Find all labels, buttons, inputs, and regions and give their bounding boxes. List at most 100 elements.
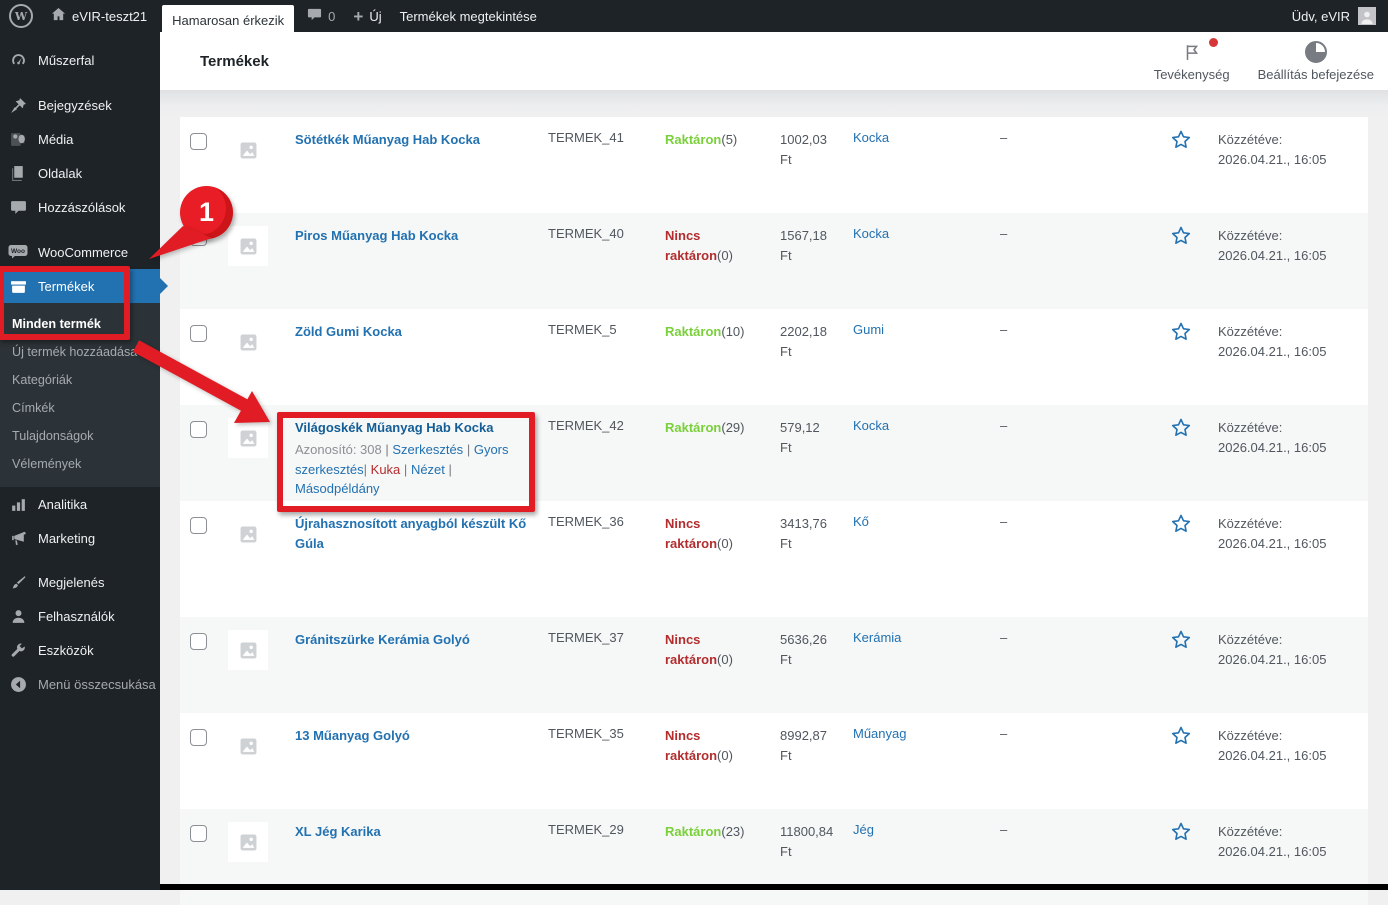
submenu-item-add-new[interactable]: Új termék hozzáadása [0,338,160,366]
submenu-item-categories[interactable]: Kategóriák [0,366,160,394]
star-icon[interactable] [1169,128,1193,152]
product-sku: TERMEK_40 [548,226,624,241]
product-title-link[interactable]: 13 Műanyag Golyó [295,726,410,746]
sidebar-item-appearance[interactable]: Megjelenés [0,565,160,599]
site-name: eVIR-teszt21 [72,8,148,24]
product-category: Gumi [853,309,1000,405]
product-table-body: Sötétkék Műanyag Hab Kocka Azonosító: 30… [180,117,1368,905]
star-icon[interactable] [1169,416,1193,440]
woocommerce-icon: Woo [8,244,28,260]
product-category: Kerámia [853,617,1000,713]
row-action-trash[interactable]: Kuka [371,462,401,477]
category-link[interactable]: Kocka [853,418,889,433]
category-link[interactable]: Műanyag [853,726,906,741]
product-stock: Raktáron(10) [665,324,745,339]
current-menu-arrow [160,278,168,294]
row-action-view[interactable]: Nézet [411,462,445,477]
product-title-link[interactable]: Piros Műanyag Hab Kocka [295,226,458,246]
product-title-link[interactable]: Sötétkék Műanyag Hab Kocka [295,130,480,150]
new-label: Új [369,8,382,24]
sidebar-item-users[interactable]: Felhasználók [0,599,160,633]
row-checkbox[interactable] [190,325,207,342]
sidebar-item-tools[interactable]: Eszközök [0,633,160,667]
category-link[interactable]: Kő [853,514,869,529]
notification-dot [1208,37,1218,47]
row-checkbox[interactable] [190,729,207,746]
product-title-link[interactable]: XL Jég Karika [295,822,381,842]
wordpress-menu[interactable]: W [0,0,42,32]
category-link[interactable]: Kerámia [853,630,901,645]
greeting-text[interactable]: Üdv, eVIR [1292,9,1350,24]
image-placeholder-icon [240,642,256,658]
sidebar-item-woocommerce[interactable]: Woo WooCommerce [0,235,160,269]
star-icon[interactable] [1169,724,1193,748]
category-link[interactable]: Kocka [853,130,889,145]
sidebar-item-marketing[interactable]: Marketing [0,521,160,555]
sidebar-item-dashboard[interactable]: Műszerfal [0,43,160,77]
comments-menu[interactable]: 0 [298,0,344,32]
submenu-item-attributes[interactable]: Tulajdonságok [0,422,160,450]
media-icon [8,131,28,148]
row-action-edit[interactable]: Szerkesztés [392,442,463,457]
product-sku: TERMEK_42 [548,418,624,433]
new-content-menu[interactable]: + Új [344,0,390,32]
row-checkbox[interactable] [190,421,207,438]
product-sku: TERMEK_41 [548,130,624,145]
sidebar-item-media[interactable]: Média [0,122,160,156]
submenu-item-all-products[interactable]: Minden termék [0,310,160,338]
product-title-link[interactable]: Gránitszürke Kerámia Golyó [295,630,470,650]
category-link[interactable]: Kocka [853,226,889,241]
row-checkbox[interactable] [190,229,207,246]
tools-icon [8,642,28,659]
products-icon [8,278,28,295]
product-title-link[interactable]: Újrahasznosított anyagból készült Kő Gúl… [295,514,540,554]
avatar[interactable] [1358,7,1376,25]
star-icon[interactable] [1169,628,1193,652]
table-row: Újrahasznosított anyagból készült Kő Gúl… [180,501,1368,617]
admin-bar: W eVIR-teszt21 Hamarosan érkezik 0 + Új … [0,0,1388,38]
featured-star-cell [1165,501,1218,617]
view-products-link[interactable]: Termékek megtekintése [391,0,546,32]
row-checkbox[interactable] [190,825,207,842]
collapse-icon [8,676,28,693]
sidebar-item-analytics[interactable]: Analitika [0,487,160,521]
product-date: Közzétéve: 2026.04.21., 16:05 [1218,420,1327,455]
activity-button[interactable]: Tevékenység [1152,37,1232,82]
table-row: Gránitszürke Kerámia Golyó Azonosító: 30… [180,617,1368,713]
featured-star-cell [1165,213,1218,309]
submenu-item-tags[interactable]: Címkék [0,394,160,422]
row-checkbox[interactable] [190,517,207,534]
submenu-item-reviews[interactable]: Vélemények [0,450,160,478]
collapse-menu-button[interactable]: Menü összecsukása [0,667,160,701]
product-stock: Raktáron(29) [665,420,745,435]
product-tags: – [1000,130,1008,145]
sidebar-item-posts[interactable]: Bejegyzések [0,88,160,122]
category-link[interactable]: Jég [853,822,874,837]
row-action-duplicate[interactable]: Másodpéldány [295,481,380,496]
star-icon[interactable] [1169,224,1193,248]
product-title-link[interactable]: Zöld Gumi Kocka [295,322,402,342]
star-icon[interactable] [1169,820,1193,844]
product-category: Kocka [853,117,1000,213]
row-checkbox[interactable] [190,633,207,650]
product-sku: TERMEK_36 [548,514,624,529]
sidebar-item-comments[interactable]: Hozzászólások [0,190,160,224]
product-price: 1567,18 Ft [780,228,827,263]
row-checkbox[interactable] [190,133,207,150]
image-placeholder-icon [240,738,256,754]
image-placeholder-icon [240,334,256,350]
site-menu[interactable]: eVIR-teszt21 [42,0,156,32]
product-thumbnail [228,822,268,862]
product-date: Közzétéve: 2026.04.21., 16:05 [1218,132,1327,167]
coming-soon-button[interactable]: Hamarosan érkezik [162,4,295,38]
product-title-link[interactable]: Világoskék Műanyag Hab Kocka [295,418,493,438]
category-link[interactable]: Gumi [853,322,884,337]
product-date: Közzétéve: 2026.04.21., 16:05 [1218,632,1327,667]
sidebar-item-products[interactable]: Termékek [0,269,168,303]
sidebar-item-pages[interactable]: Oldalak [0,156,160,190]
image-placeholder-icon [240,142,256,158]
star-icon[interactable] [1169,512,1193,536]
finish-setup-button[interactable]: Beállítás befejezése [1258,40,1374,82]
star-icon[interactable] [1169,320,1193,344]
product-thumbnail [228,726,268,766]
